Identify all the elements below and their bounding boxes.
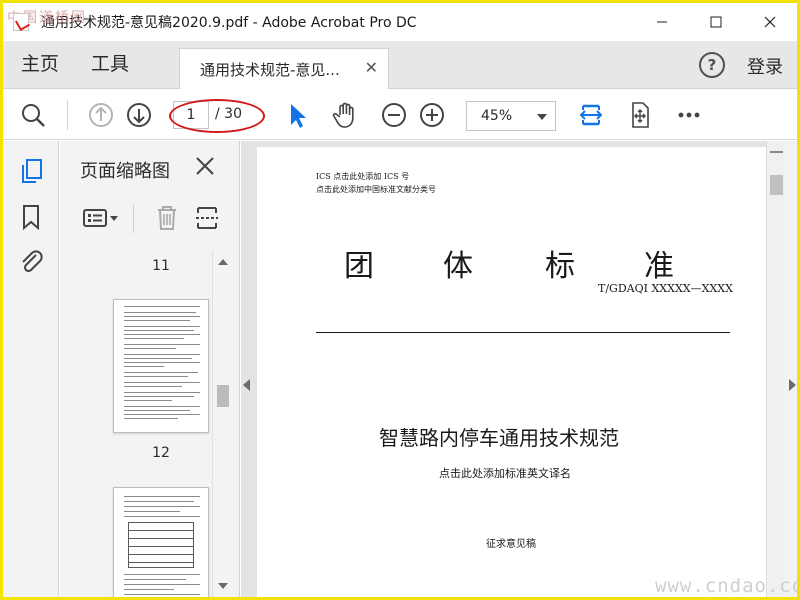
search-icon: [22, 104, 45, 127]
arrow-up-circle-icon: [89, 103, 113, 127]
classification-line: 点击此处添加中国标准文献分类号: [316, 185, 436, 194]
login-button[interactable]: 登录: [747, 53, 783, 79]
page-layout-button[interactable]: [190, 203, 224, 233]
panel-toolbar-divider: [133, 205, 134, 233]
scroll-down-icon[interactable]: [218, 583, 228, 589]
english-title-placeholder: 点击此处添加标准英文译名: [439, 467, 571, 480]
right-pane-rail: [785, 141, 797, 597]
thumbnail-page[interactable]: [113, 299, 209, 433]
arrow-down-circle-icon: [127, 103, 151, 127]
fit-width-icon: [579, 104, 603, 126]
pointer-arrow-icon: [291, 104, 306, 128]
toolbar-divider: [67, 100, 68, 130]
page-layout-icon: [196, 207, 218, 229]
next-page-button[interactable]: [123, 99, 155, 131]
bookmarks-button[interactable]: [15, 201, 47, 233]
trash-icon: [158, 206, 176, 230]
zoom-value: 45%: [481, 108, 513, 124]
close-panel-button[interactable]: [192, 153, 218, 179]
left-navigation-rail: [3, 141, 59, 597]
zoom-in-button[interactable]: [416, 99, 448, 131]
document-main-title: 智慧路内停车通用技术规范: [379, 426, 619, 450]
minimize-icon: [657, 21, 667, 23]
panel-title: 页面缩略图: [80, 161, 170, 182]
standard-char: 标: [545, 249, 575, 284]
page-thumbnails-button[interactable]: [15, 155, 47, 187]
tab-bar: 主页 工具 通用技术规范-意见... ✕ ? 登录: [3, 41, 797, 89]
delete-pages-button[interactable]: [150, 203, 184, 233]
draft-status: 征求意见稿: [486, 539, 536, 550]
zoom-out-button[interactable]: [378, 99, 410, 131]
close-icon: [196, 157, 214, 175]
home-tab[interactable]: 主页: [21, 49, 59, 79]
page-number-input[interactable]: 1: [173, 101, 209, 129]
attachments-button[interactable]: [15, 245, 47, 277]
document-scrollbar[interactable]: [766, 141, 785, 597]
panel-toolbar: [60, 197, 239, 241]
scroll-up-icon[interactable]: [770, 145, 783, 153]
acrobat-app-icon: [13, 13, 29, 31]
document-view: ICS 点击此处添加 ICS 号 点击此处添加中国标准文献分类号 团 体 标 准…: [241, 141, 766, 597]
page-move-icon: [632, 102, 649, 128]
window-title: 通用技术规范-意见稿2020.9.pdf - Adobe Acrobat Pro…: [41, 15, 417, 31]
document-tab[interactable]: 通用技术规范-意见... ✕: [179, 48, 389, 89]
help-icon[interactable]: ?: [699, 52, 725, 78]
document-page: ICS 点击此处添加 ICS 号 点击此处添加中国标准文献分类号 团 体 标 准…: [257, 147, 766, 597]
more-tools-button[interactable]: [673, 99, 705, 131]
thumbnail-page[interactable]: [113, 487, 209, 597]
close-tab-icon[interactable]: ✕: [365, 60, 378, 76]
scroll-mode-button[interactable]: [624, 99, 656, 131]
app-window: 中国道桥网 通用技术规范-意见稿2020.9.pdf - Adobe Acrob…: [0, 0, 800, 600]
title-bar: 中国道桥网 通用技术规范-意见稿2020.9.pdf - Adobe Acrob…: [3, 3, 797, 41]
page-total: / 30: [215, 106, 242, 122]
maximize-button[interactable]: [689, 3, 743, 41]
paperclip-icon: [22, 250, 43, 273]
thumbnail-list: 11 12: [60, 251, 212, 597]
ics-line: ICS 点击此处添加 ICS 号: [316, 172, 410, 181]
standard-number: T/GDAQI XXXXX—XXXX: [598, 282, 733, 295]
zoom-out-icon: [382, 103, 406, 127]
more-icon: [678, 112, 700, 118]
standard-char: 准: [644, 249, 674, 284]
page-thumbnails-panel: 页面缩略图 11 12: [60, 141, 240, 597]
previous-page-button[interactable]: [85, 99, 117, 131]
minimize-button[interactable]: [635, 3, 689, 41]
close-window-button[interactable]: [743, 3, 797, 41]
bookmark-icon: [23, 205, 39, 231]
maximize-icon: [710, 16, 722, 28]
hand-icon: [332, 102, 354, 128]
thumbnail-page-number: 11: [152, 258, 170, 274]
document-scroll-thumb[interactable]: [770, 175, 783, 195]
tools-tab[interactable]: 工具: [91, 49, 129, 79]
search-button[interactable]: [17, 99, 49, 131]
zoom-in-icon: [420, 103, 444, 127]
standard-char: 团: [344, 249, 374, 284]
chevron-down-icon: [537, 114, 547, 120]
scroll-up-icon[interactable]: [218, 259, 228, 265]
document-tab-label: 通用技术规范-意见...: [200, 61, 340, 79]
options-menu-icon: [83, 209, 118, 227]
thumbnail-scrollbar[interactable]: [212, 251, 232, 597]
expand-right-pane-icon[interactable]: [789, 379, 796, 391]
zoom-select[interactable]: 45%: [466, 101, 556, 131]
watermark-bottom: www.cndao.com: [655, 575, 797, 597]
close-icon: [764, 16, 776, 28]
thumbnail-page-number: 12: [152, 445, 170, 461]
standard-char: 体: [443, 249, 473, 284]
collapse-left-panel-icon[interactable]: [243, 379, 250, 391]
select-tool-button[interactable]: [280, 99, 312, 131]
thumbnail-scroll-thumb[interactable]: [217, 385, 229, 407]
hand-tool-button[interactable]: [329, 99, 361, 131]
thumbnail-options-button[interactable]: [80, 203, 122, 233]
window-controls: [635, 3, 797, 41]
fit-width-button[interactable]: [575, 99, 607, 131]
header-rule: [316, 332, 730, 333]
page-thumbnails-icon: [22, 159, 42, 183]
toolbar: 1 / 30 45%: [3, 90, 797, 140]
